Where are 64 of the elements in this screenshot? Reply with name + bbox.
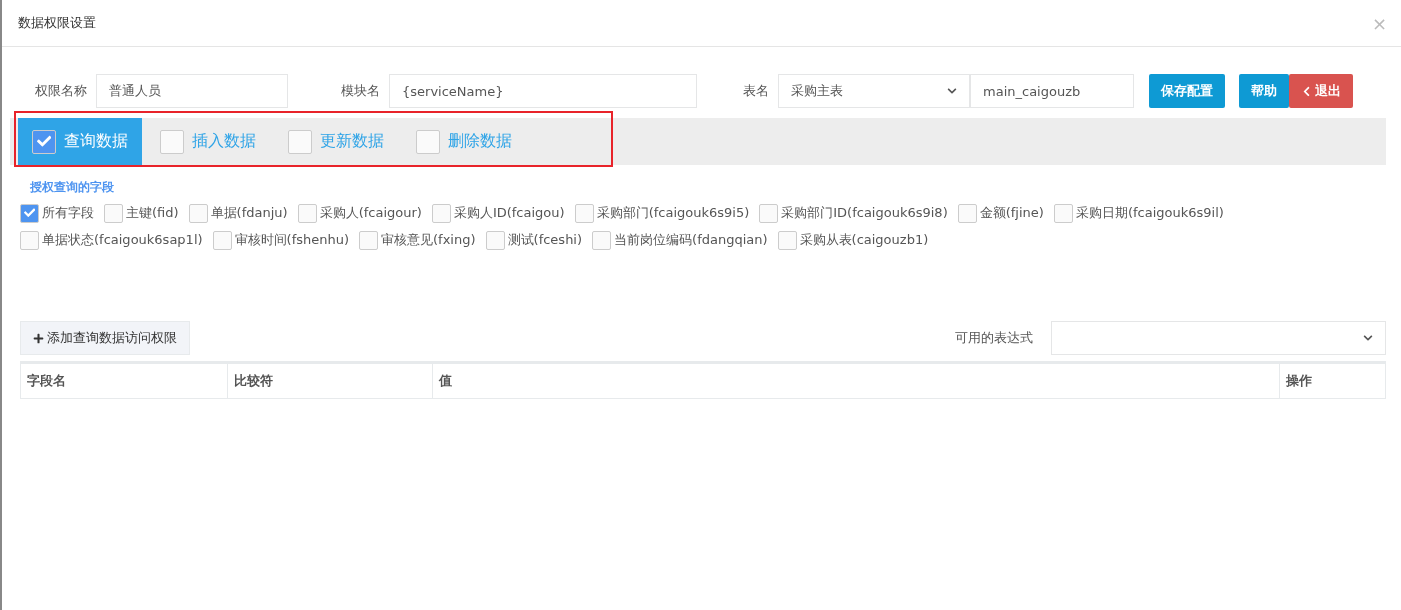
- tab[interactable]: 插入数据: [146, 118, 270, 165]
- checkbox[interactable]: [431, 203, 451, 223]
- checkbox-label: 采购部门ID(fcaigouk6s9i8): [781, 204, 948, 222]
- checkbox[interactable]: [777, 230, 797, 250]
- checkbox[interactable]: [288, 129, 312, 154]
- checkbox[interactable]: [416, 129, 440, 154]
- checkbox[interactable]: [297, 203, 317, 223]
- check-icon: [23, 207, 36, 219]
- column-header: 比较符: [227, 364, 432, 398]
- checkbox[interactable]: [188, 203, 208, 223]
- check-icon: [36, 134, 52, 149]
- checkbox[interactable]: [160, 129, 184, 154]
- checkbox-label: 采购人(fcaigour): [319, 204, 422, 222]
- checkbox[interactable]: [485, 230, 505, 250]
- add-button[interactable]: 添加查询数据访问权限: [20, 321, 190, 355]
- table-select[interactable]: 采购主表: [778, 74, 970, 108]
- checkbox[interactable]: [574, 203, 594, 223]
- checkbox[interactable]: [212, 230, 232, 250]
- action-button[interactable]: 保存配置: [1149, 74, 1225, 108]
- checkbox[interactable]: [359, 230, 379, 250]
- exit-button[interactable]: 退出: [1289, 74, 1353, 108]
- checkbox-label: 当前岗位编码(fdangqian): [614, 231, 768, 249]
- checkbox-label: 采购人ID(fcaigou): [453, 204, 565, 222]
- close-button[interactable]: ×: [1371, 12, 1387, 34]
- field-label: 模块名: [341, 82, 380, 100]
- checkbox-label: 主键(fid): [126, 204, 179, 222]
- checkbox-label: 所有字段: [42, 204, 94, 222]
- checkbox-label: 采购日期(fcaigouk6s9il): [1075, 204, 1224, 222]
- tab[interactable]: 删除数据: [402, 118, 526, 165]
- section-title: 授权查询的字段: [30, 179, 115, 196]
- plus-icon: [33, 332, 44, 344]
- checkbox-label: 单据状态(fcaigouk6sap1l): [42, 231, 203, 249]
- field-label: 可用的表达式: [955, 329, 1033, 347]
- checkbox-label: 采购部门(fcaigouk6s9i5): [596, 204, 750, 222]
- action-button[interactable]: 帮助: [1239, 74, 1289, 108]
- caret-icon: [1363, 333, 1373, 343]
- caret-icon: [947, 86, 957, 96]
- checkbox[interactable]: [759, 203, 779, 223]
- tab[interactable]: 查询数据: [18, 118, 142, 165]
- checkbox-label: 单据(fdanju): [210, 204, 288, 222]
- checkbox-label: 金额(fjine): [979, 204, 1044, 222]
- input-field[interactable]: main_caigouzb: [970, 74, 1134, 108]
- tab[interactable]: 更新数据: [274, 118, 398, 165]
- checkbox[interactable]: [957, 203, 977, 223]
- column-header: 值: [432, 364, 1279, 398]
- input-field[interactable]: {serviceName}: [389, 74, 697, 108]
- field-label: 权限名称: [35, 82, 87, 100]
- checkbox-label: 审核时间(fshenhu): [234, 231, 350, 249]
- checkbox[interactable]: [20, 230, 39, 250]
- checkbox[interactable]: [104, 203, 123, 223]
- column-header: 操作: [1279, 364, 1385, 398]
- checkbox[interactable]: [592, 230, 612, 250]
- checkbox-label: 审核意见(fxing): [381, 231, 476, 249]
- column-header: 字段名: [26, 372, 67, 390]
- checkbox-label: 采购从表(caigouzb1): [799, 231, 929, 249]
- chevron-icon: [1301, 85, 1312, 97]
- expression-select[interactable]: [1051, 321, 1386, 355]
- input-field[interactable]: 普通人员: [96, 74, 288, 108]
- checkbox[interactable]: [32, 129, 56, 154]
- checkbox-label: 测试(fceshi): [507, 231, 583, 249]
- checkbox[interactable]: [1053, 203, 1073, 223]
- dialog-title: 数据权限设置: [18, 14, 96, 32]
- checkbox[interactable]: [20, 203, 39, 223]
- field-label: 表名: [743, 82, 769, 100]
